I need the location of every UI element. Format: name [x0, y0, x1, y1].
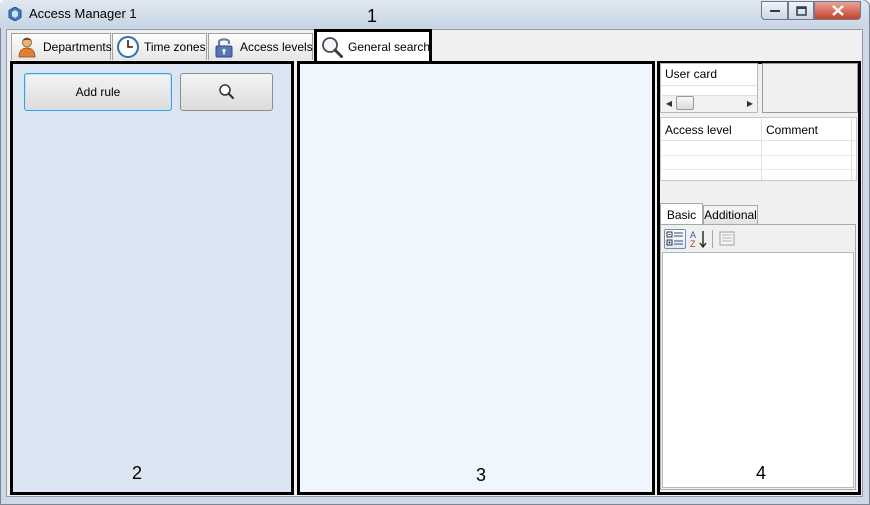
scroll-left-arrow-icon[interactable]: ◀	[663, 96, 675, 110]
padlock-icon	[215, 38, 233, 58]
tab-time-zones[interactable]: Time zones	[112, 33, 207, 60]
tab-label: General search	[348, 39, 431, 54]
categorized-icon	[666, 231, 683, 246]
tab-departments[interactable]: Departments	[11, 33, 112, 60]
categorized-view-button[interactable]	[664, 229, 686, 249]
property-list[interactable]	[662, 252, 854, 488]
close-button[interactable]	[814, 1, 861, 20]
app-icon	[8, 6, 22, 22]
close-icon	[831, 5, 844, 16]
add-rule-label: Add rule	[75, 85, 121, 99]
person-icon	[18, 37, 36, 58]
scrollbar-thumb[interactable]	[676, 96, 694, 110]
annotation-4: 4	[756, 463, 767, 483]
annotation-3: 3	[476, 465, 487, 485]
annotation-1: 1	[367, 6, 378, 26]
annotation-2: 2	[132, 463, 143, 483]
tab-basic[interactable]: Basic	[660, 203, 703, 225]
table-row[interactable]	[661, 169, 856, 170]
column-header-access-level[interactable]: Access level	[665, 123, 732, 137]
magnifier-icon	[322, 36, 343, 58]
magnifier-icon	[218, 84, 234, 100]
user-photo	[762, 63, 858, 113]
tab-general-search[interactable]: General search	[314, 29, 432, 61]
user-card-header: User card	[665, 67, 718, 81]
sort-az-icon: A Z	[690, 230, 707, 249]
tab-access-levels[interactable]: Access levels	[208, 33, 313, 60]
tab-label: Basic	[666, 207, 697, 222]
divider	[661, 85, 757, 86]
search-results-panel[interactable]	[297, 61, 655, 495]
tab-label: Time zones	[144, 40, 206, 54]
divider	[851, 118, 852, 180]
minimize-button[interactable]	[761, 1, 788, 20]
sort-letter-z: Z	[690, 239, 696, 249]
tab-label: Additional	[704, 208, 757, 222]
rules-panel	[10, 61, 294, 495]
property-pages-icon	[719, 231, 735, 246]
window-title: Access Manager 1	[29, 6, 137, 21]
tab-label: Departments	[43, 40, 112, 54]
column-header-comment[interactable]: Comment	[766, 123, 818, 137]
toolbar-separator	[712, 230, 713, 248]
table-row[interactable]	[661, 155, 856, 156]
property-pages-button[interactable]	[719, 231, 735, 246]
divider	[761, 118, 762, 180]
tab-label: Access levels	[240, 40, 313, 54]
alphabetical-sort-button[interactable]: A Z	[689, 229, 709, 249]
clock-icon	[117, 36, 139, 58]
add-rule-button[interactable]: Add rule	[24, 73, 172, 111]
scroll-right-arrow-icon[interactable]: ▶	[744, 96, 756, 110]
tab-additional[interactable]: Additional	[703, 205, 758, 224]
search-button[interactable]	[180, 73, 273, 111]
divider	[661, 140, 856, 141]
maximize-button[interactable]	[788, 1, 814, 20]
